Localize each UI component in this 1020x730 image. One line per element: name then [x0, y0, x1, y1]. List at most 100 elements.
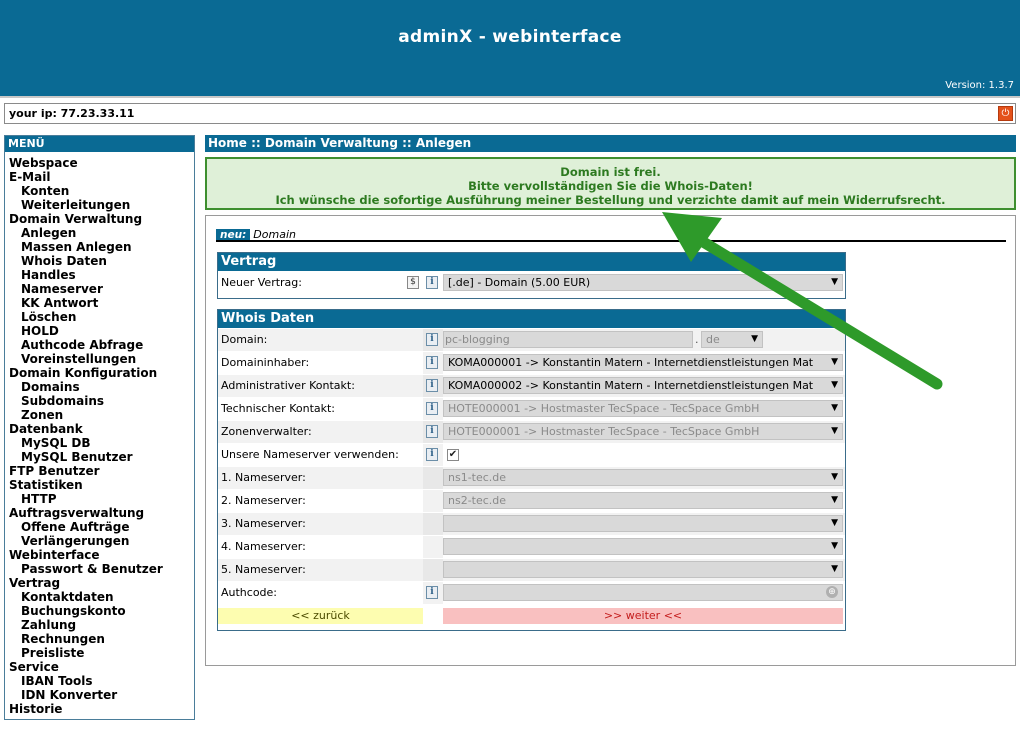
- sidebar-item[interactable]: Nameserver: [5, 282, 194, 296]
- ip-bar: your ip: 77.23.33.11 ⏻: [4, 103, 1016, 124]
- ns4-select[interactable]: ▼: [443, 538, 843, 555]
- owner-row: Domaininhaber: i KOMA000001 -> Konstanti…: [218, 352, 845, 374]
- sidebar-item[interactable]: Auftragsverwaltung: [5, 506, 194, 520]
- ns3-select[interactable]: ▼: [443, 515, 843, 532]
- sidebar-item[interactable]: HOLD: [5, 324, 194, 338]
- next-button[interactable]: >> weiter <<: [443, 608, 843, 624]
- sidebar-item[interactable]: Subdomains: [5, 394, 194, 408]
- back-button[interactable]: << zurück: [218, 608, 423, 624]
- sidebar-item[interactable]: MySQL DB: [5, 436, 194, 450]
- sidebar-item[interactable]: Voreinstellungen: [5, 352, 194, 366]
- sidebar-item[interactable]: Vertrag: [5, 576, 194, 590]
- sidebar-item[interactable]: IBAN Tools: [5, 674, 194, 688]
- chevron-down-icon: ▼: [751, 334, 758, 344]
- app-title: adminX - webinterface: [398, 27, 622, 47]
- clear-icon[interactable]: ⊕: [826, 586, 838, 598]
- info-icon[interactable]: i: [426, 356, 438, 369]
- ns1-select[interactable]: ns1-tec.de ▼: [443, 469, 843, 486]
- chevron-down-icon: ▼: [831, 472, 838, 482]
- sidebar-item[interactable]: Handles: [5, 268, 194, 282]
- sidebar-item[interactable]: Konten: [5, 184, 194, 198]
- ns5-label: 5. Nameserver:: [221, 563, 306, 576]
- sidebar-item[interactable]: Zonen: [5, 408, 194, 422]
- info-icon[interactable]: i: [426, 402, 438, 415]
- sidebar-item[interactable]: Rechnungen: [5, 632, 194, 646]
- sidebar-item[interactable]: Domain Verwaltung: [5, 212, 194, 226]
- vertrag-label: Neuer Vertrag:: [221, 276, 302, 289]
- ns1-row: 1. Nameserver: ns1-tec.de ▼: [218, 467, 845, 489]
- vertrag-select[interactable]: [.de] - Domain (5.00 EUR) ▼: [443, 274, 843, 291]
- sidebar-item[interactable]: Webinterface: [5, 548, 194, 562]
- chevron-down-icon: ▼: [831, 495, 838, 505]
- sidebar-item[interactable]: MySQL Benutzer: [5, 450, 194, 464]
- info-icon[interactable]: i: [426, 333, 438, 346]
- chevron-down-icon: ▼: [831, 277, 838, 287]
- sidebar-item[interactable]: FTP Benutzer: [5, 464, 194, 478]
- sidebar-item[interactable]: KK Antwort: [5, 296, 194, 310]
- domain-input[interactable]: pc-blogging: [443, 331, 693, 348]
- info-icon[interactable]: i: [426, 379, 438, 392]
- chevron-down-icon: ▼: [831, 541, 838, 551]
- menu-title: MENÜ: [5, 136, 194, 152]
- sidebar-item[interactable]: IDN Konverter: [5, 688, 194, 702]
- sidebar-item[interactable]: Datenbank: [5, 422, 194, 436]
- sidebar-item[interactable]: Whois Daten: [5, 254, 194, 268]
- sidebar-item[interactable]: Offene Aufträge: [5, 520, 194, 534]
- sidebar-item[interactable]: Anlegen: [5, 226, 194, 240]
- ns-use-row: Unsere Nameserver verwenden: i ✔: [218, 444, 845, 466]
- info-icon[interactable]: i: [426, 425, 438, 438]
- sidebar-item[interactable]: Kontaktdaten: [5, 590, 194, 604]
- sidebar-item[interactable]: Weiterleitungen: [5, 198, 194, 212]
- authcode-row: Authcode: i ⊕: [218, 582, 845, 604]
- zone-select[interactable]: HOTE000001 -> Hostmaster TecSpace - TecS…: [443, 423, 843, 440]
- action-row: << zurück >> weiter <<: [218, 605, 845, 627]
- sidebar-item[interactable]: E-Mail: [5, 170, 194, 184]
- admin-label: Administrativer Kontakt:: [221, 379, 355, 392]
- version-label: Version: 1.3.7: [945, 80, 1014, 91]
- tld-select[interactable]: de ▼: [701, 331, 763, 348]
- ns3-row: 3. Nameserver: ▼: [218, 513, 845, 535]
- sidebar-item[interactable]: Historie: [5, 702, 194, 716]
- sidebar-item[interactable]: Buchungskonto: [5, 604, 194, 618]
- sidebar-item[interactable]: Webspace: [5, 156, 194, 170]
- chevron-down-icon: ▼: [831, 403, 838, 413]
- notice-line-2: Bitte vervollständigen Sie die Whois-Dat…: [468, 179, 753, 193]
- info-icon[interactable]: i: [426, 586, 438, 599]
- whois-title: Whois Daten: [218, 310, 845, 328]
- chevron-down-icon: ▼: [831, 380, 838, 390]
- admin-select[interactable]: KOMA000002 -> Konstantin Matern - Intern…: [443, 377, 843, 394]
- info-icon[interactable]: i: [426, 448, 438, 461]
- sidebar-item[interactable]: Löschen: [5, 310, 194, 324]
- status-notice: Domain ist frei. Bitte vervollständigen …: [205, 157, 1016, 210]
- owner-select[interactable]: KOMA000001 -> Konstantin Matern - Intern…: [443, 354, 843, 371]
- authcode-input[interactable]: ⊕: [443, 584, 843, 601]
- vertrag-row: Neuer Vertrag: $ i [.de] - Domain (5.00 …: [218, 272, 845, 294]
- tech-select[interactable]: HOTE000001 -> Hostmaster TecSpace - TecS…: [443, 400, 843, 417]
- section-divider: [216, 240, 1006, 242]
- ns4-label: 4. Nameserver:: [221, 540, 306, 553]
- sidebar-item[interactable]: Domain Konfiguration: [5, 366, 194, 380]
- sidebar-item[interactable]: Authcode Abfrage: [5, 338, 194, 352]
- sidebar-item[interactable]: Verlängerungen: [5, 534, 194, 548]
- ns5-select[interactable]: ▼: [443, 561, 843, 578]
- sidebar-item[interactable]: Massen Anlegen: [5, 240, 194, 254]
- tech-label: Technischer Kontakt:: [221, 402, 336, 415]
- logout-icon[interactable]: ⏻: [998, 106, 1013, 121]
- sidebar-item[interactable]: Service: [5, 660, 194, 674]
- menu-list: Webspace E-Mail Konten Weiterleitungen Domai…: [5, 152, 194, 716]
- sidebar-item[interactable]: Domains: [5, 380, 194, 394]
- sidebar-item[interactable]: HTTP: [5, 492, 194, 506]
- sidebar-item[interactable]: Passwort & Benutzer: [5, 562, 194, 576]
- ns1-label: 1. Nameserver:: [221, 471, 306, 484]
- sidebar-item[interactable]: Zahlung: [5, 618, 194, 632]
- chevron-down-icon: ▼: [831, 426, 838, 436]
- ns-use-checkbox[interactable]: ✔: [447, 449, 459, 461]
- ns2-select[interactable]: ns2-tec.de ▼: [443, 492, 843, 509]
- authcode-label: Authcode:: [221, 586, 278, 599]
- price-icon[interactable]: $: [407, 276, 419, 289]
- info-icon[interactable]: i: [426, 276, 438, 289]
- app-header: adminX - webinterface Version: 1.3.7: [0, 0, 1020, 98]
- sidebar-item[interactable]: Preisliste: [5, 646, 194, 660]
- zone-label: Zonenverwalter:: [221, 425, 312, 438]
- sidebar-item[interactable]: Statistiken: [5, 478, 194, 492]
